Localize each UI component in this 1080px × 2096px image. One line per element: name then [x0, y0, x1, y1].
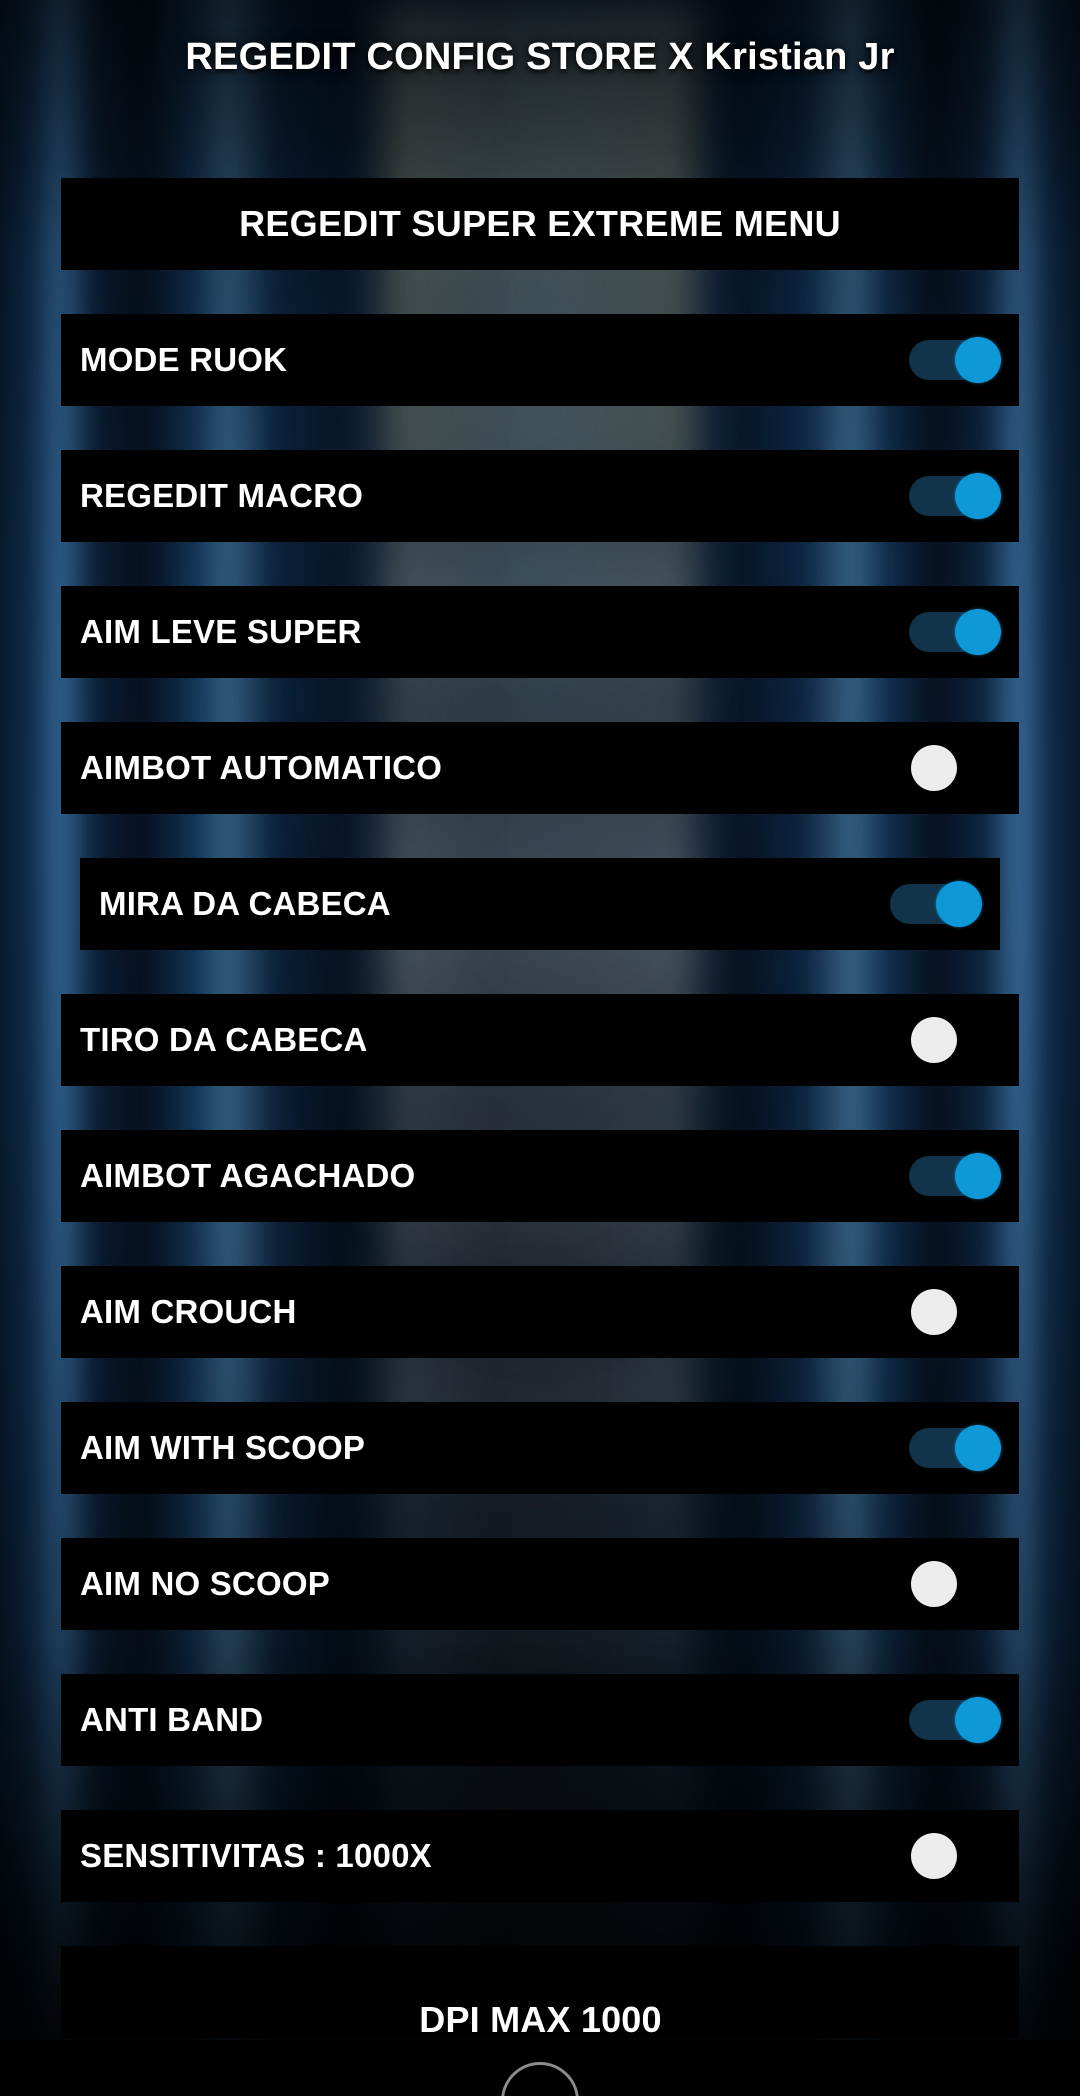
menu-row-label: MIRA DA CABECA	[99, 885, 391, 922]
home-circle-icon[interactable]	[501, 2062, 579, 2096]
menu-row[interactable]: AIM NO SCOOP	[61, 1538, 1019, 1630]
toggle-mira-da-cabeca[interactable]	[886, 881, 982, 927]
menu-header-label: REGEDIT SUPER EXTREME MENU	[239, 203, 841, 244]
menu-row[interactable]: MIRA DA CABECA	[80, 858, 1000, 950]
menu-row-label: DPI MAX 1000	[419, 1999, 662, 2038]
menu-row[interactable]: REGEDIT MACRO	[61, 450, 1019, 542]
menu-row-label: AIMBOT AUTOMATICO	[80, 749, 443, 786]
toggle-thumb	[955, 1425, 1001, 1471]
toggle-thumb	[911, 1017, 957, 1063]
menu-row-label: AIM WITH SCOOP	[80, 1429, 366, 1466]
menu-row[interactable]: SENSITIVITAS : 1000X	[61, 1810, 1019, 1902]
toggle-aimbot-automatico[interactable]	[905, 745, 1001, 791]
menu-row-label: AIM CROUCH	[80, 1293, 297, 1330]
menu-row[interactable]: AIM LEVE SUPER	[61, 586, 1019, 678]
menu-row[interactable]: DPI MAX 1000	[61, 1946, 1019, 2038]
toggle-thumb	[955, 1697, 1001, 1743]
toggle-thumb	[911, 1833, 957, 1879]
toggle-thumb	[936, 881, 982, 927]
toggle-aim-with-scoop[interactable]	[905, 1425, 1001, 1471]
toggle-thumb	[911, 1561, 957, 1607]
menu-row-label: AIM LEVE SUPER	[80, 613, 362, 650]
toggle-aim-no-scoop[interactable]	[905, 1561, 1001, 1607]
toggle-thumb	[955, 337, 1001, 383]
menu-row[interactable]: TIRO DA CABECA	[61, 994, 1019, 1086]
menu-row[interactable]: AIMBOT AUTOMATICO	[61, 722, 1019, 814]
toggle-aim-crouch[interactable]	[905, 1289, 1001, 1335]
menu-row-label: AIM NO SCOOP	[80, 1565, 330, 1602]
menu-row-label: SENSITIVITAS : 1000X	[80, 1837, 432, 1874]
menu-row[interactable]: ANTI BAND	[61, 1674, 1019, 1766]
menu-row-label: MODE RUOK	[80, 341, 288, 378]
menu-row-label: TIRO DA CABECA	[80, 1021, 368, 1058]
toggle-anti-band[interactable]	[905, 1697, 1001, 1743]
toggle-thumb	[955, 609, 1001, 655]
toggle-sensitivitas[interactable]	[905, 1833, 1001, 1879]
toggle-thumb	[955, 473, 1001, 519]
menu-header: REGEDIT SUPER EXTREME MENU	[61, 178, 1019, 270]
menu-row[interactable]: AIMBOT AGACHADO	[61, 1130, 1019, 1222]
system-navigation-bar	[0, 2040, 1080, 2096]
toggle-aimbot-agachado[interactable]	[905, 1153, 1001, 1199]
toggle-mode-ruok[interactable]	[905, 337, 1001, 383]
toggle-tiro-da-cabeca[interactable]	[905, 1017, 1001, 1063]
menu-row-label: AIMBOT AGACHADO	[80, 1157, 416, 1194]
toggle-thumb	[911, 745, 957, 791]
menu-row[interactable]: AIM CROUCH	[61, 1266, 1019, 1358]
app-title: REGEDIT CONFIG STORE X Kristian Jr	[185, 36, 895, 78]
menu-row-label: REGEDIT MACRO	[80, 477, 364, 514]
menu-row-label: ANTI BAND	[80, 1701, 264, 1738]
toggle-regedit-macro[interactable]	[905, 473, 1001, 519]
toggle-thumb	[955, 1153, 1001, 1199]
app-screen: REGEDIT CONFIG STORE X Kristian Jr REGED…	[0, 0, 1080, 2096]
toggle-thumb	[911, 1289, 957, 1335]
menu-row[interactable]: AIM WITH SCOOP	[61, 1402, 1019, 1494]
menu-row[interactable]: MODE RUOK	[61, 314, 1019, 406]
menu-list: REGEDIT SUPER EXTREME MENU MODE RUOK REGE…	[0, 178, 1080, 2038]
toggle-aim-leve-super[interactable]	[905, 609, 1001, 655]
